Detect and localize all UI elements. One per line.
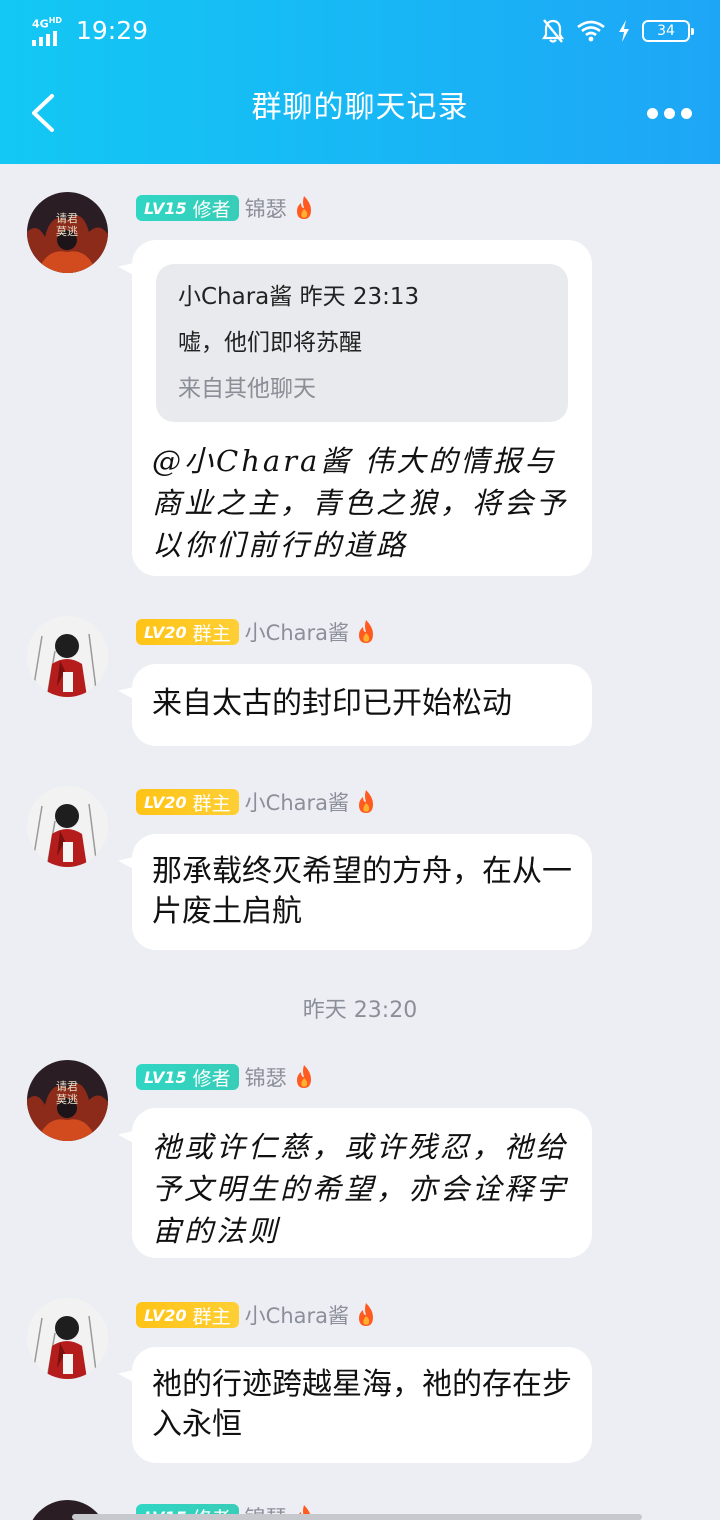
sender-name[interactable]: 锦瑟 <box>245 1062 287 1092</box>
charging-icon <box>619 20 629 42</box>
more-dots-icon <box>646 107 658 119</box>
wifi-icon <box>577 20 605 42</box>
message-text: 祂的行迹跨越星海，祂的存在步入永恒 <box>152 1367 572 1442</box>
sender-name[interactable]: 小Chara酱 <box>245 787 349 817</box>
message-text: 那承载终灭希望的方舟，在从一片废土启航 <box>152 854 572 929</box>
quote-header: 小Chara酱 昨天 23:13 <box>178 284 420 310</box>
more-button[interactable] <box>644 98 694 128</box>
message-bubble[interactable]: 祂的行迹跨越星海，祂的存在步入永恒 <box>132 1347 592 1463</box>
status-bar: 4GHD 19:29 34 <box>0 0 720 64</box>
red-scarf-character-avatar <box>27 1298 108 1379</box>
app-header: 4GHD 19:29 34 群聊的聊天记录 <box>0 0 720 164</box>
message-bubble[interactable]: 来自太古的封印已开始松动 <box>132 664 592 746</box>
message-text: @小Chara酱 伟大的情报与商业之主，青色之狼，将会予以你们前行的道路 <box>152 444 569 562</box>
message-meta: LV20 群主 小Chara酱 <box>136 618 377 646</box>
fire-icon <box>296 196 311 219</box>
level-badge: LV20 群主 <box>136 1302 239 1328</box>
svg-text:莫逃: 莫逃 <box>56 1093 78 1106</box>
mute-bell-icon <box>542 19 564 43</box>
dark-art-avatar: 请君 莫逃 <box>27 192 108 273</box>
time-divider: 昨天 23:20 <box>302 998 418 1023</box>
avatar[interactable] <box>27 1298 108 1379</box>
message-meta: LV15修者 锦瑟 <box>136 1063 315 1091</box>
message-bubble[interactable]: 祂或许仁慈，或许残忍，祂给予文明生的希望，亦会诠释宇宙的法则 <box>132 1108 592 1258</box>
fire-icon <box>359 620 373 643</box>
message-meta: LV15修者 锦瑟 <box>136 194 315 222</box>
red-scarf-character-avatar <box>27 786 108 867</box>
message-text: 来自太古的封印已开始松动 <box>152 686 512 721</box>
svg-text:莫逃: 莫逃 <box>56 225 78 238</box>
message-meta: LV20 群主 小Chara酱 <box>136 1301 377 1329</box>
quote-text: 嘘，他们即将苏醒 <box>178 330 362 356</box>
avatar[interactable] <box>27 786 108 867</box>
battery-icon: 34 <box>642 20 694 42</box>
avatar[interactable]: 请君 莫逃 <box>27 1060 108 1141</box>
message-bubble[interactable]: 小Chara酱 昨天 23:13 嘘，他们即将苏醒 来自其他聊天 @小Chara… <box>132 240 592 576</box>
message-bubble[interactable]: 那承载终灭希望的方舟，在从一片废土启航 <box>132 834 592 950</box>
message-text: 祂或许仁慈，或许残忍，祂给予文明生的希望，亦会诠释宇宙的法则 <box>152 1130 569 1248</box>
dark-art-avatar: 请君 莫逃 <box>27 1060 108 1141</box>
signal-icon: 4GHD <box>32 16 68 46</box>
level-badge: LV20 群主 <box>136 619 239 645</box>
fire-icon <box>359 790 373 813</box>
sender-name[interactable]: 小Chara酱 <box>245 1300 349 1330</box>
network-type: 4GHD <box>32 16 63 31</box>
page-title: 群聊的聊天记录 <box>251 90 469 125</box>
quote-source: 来自其他聊天 <box>178 376 316 402</box>
avatar[interactable] <box>27 616 108 697</box>
scroll-indicator[interactable] <box>72 1514 642 1520</box>
message-meta: LV20 群主 小Chara酱 <box>136 788 377 816</box>
fire-icon <box>296 1065 311 1088</box>
quoted-message[interactable]: 小Chara酱 昨天 23:13 嘘，他们即将苏醒 来自其他聊天 <box>156 264 568 422</box>
status-time: 19:29 <box>76 16 149 45</box>
fire-icon <box>359 1303 373 1326</box>
svg-text:请君: 请君 <box>56 212 78 225</box>
svg-text:请君: 请君 <box>56 1080 78 1093</box>
level-badge: LV20 群主 <box>136 789 239 815</box>
avatar[interactable]: 请君 莫逃 <box>27 192 108 273</box>
level-badge: LV15修者 <box>136 195 239 221</box>
level-badge: LV15修者 <box>136 1064 239 1090</box>
red-scarf-character-avatar <box>27 616 108 697</box>
sender-name[interactable]: 小Chara酱 <box>245 617 349 647</box>
sender-name[interactable]: 锦瑟 <box>245 193 287 223</box>
